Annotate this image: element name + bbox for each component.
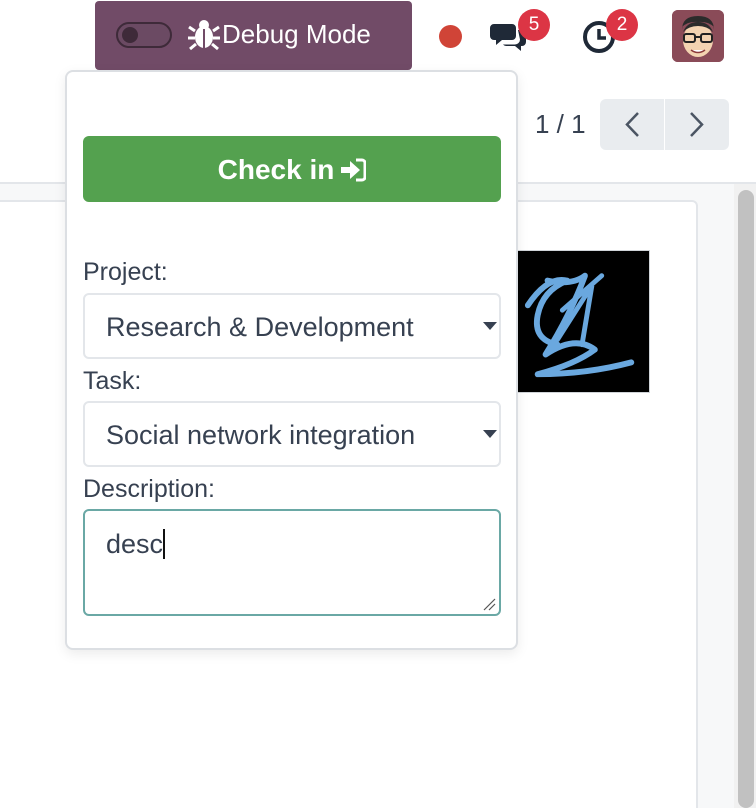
messages-count-badge: 5 bbox=[518, 9, 550, 41]
caret-down-icon bbox=[483, 322, 497, 330]
pager-next-button[interactable] bbox=[665, 99, 729, 150]
text-cursor bbox=[163, 529, 166, 559]
description-label: Description: bbox=[83, 475, 215, 503]
pager-previous-button[interactable] bbox=[600, 99, 664, 150]
description-value: desc bbox=[106, 529, 164, 559]
pager-value[interactable]: 1 / 1 bbox=[535, 109, 586, 140]
scrollbar-thumb[interactable] bbox=[738, 190, 754, 808]
activities-count-badge: 2 bbox=[606, 9, 638, 41]
attendance-popover: Check in Project: Research & Development… bbox=[65, 70, 518, 650]
debug-toggle-switch[interactable] bbox=[116, 22, 172, 48]
chevron-right-icon bbox=[690, 112, 704, 137]
check-in-button[interactable]: Check in bbox=[83, 136, 501, 202]
toggle-knob bbox=[122, 27, 138, 43]
task-label: Task: bbox=[83, 367, 142, 395]
bug-icon bbox=[188, 20, 220, 51]
sign-in-icon bbox=[341, 158, 367, 182]
task-select[interactable]: Social network integration bbox=[83, 401, 501, 467]
chevron-left-icon bbox=[625, 112, 639, 137]
top-navbar: Debug Mode 5 2 bbox=[0, 0, 756, 70]
resize-grip-icon[interactable] bbox=[482, 597, 496, 611]
description-text: desc bbox=[106, 529, 166, 560]
check-in-label: Check in bbox=[217, 154, 335, 185]
description-textarea[interactable]: desc bbox=[83, 509, 501, 616]
project-label: Project: bbox=[83, 258, 168, 286]
project-select[interactable]: Research & Development bbox=[83, 293, 501, 359]
presence-status-dot[interactable] bbox=[439, 25, 462, 48]
debug-mode-button[interactable]: Debug Mode bbox=[95, 1, 412, 70]
caret-down-icon bbox=[483, 430, 497, 438]
debug-mode-label: Debug Mode bbox=[222, 19, 371, 49]
user-avatar[interactable] bbox=[672, 10, 724, 62]
task-select-value: Social network integration bbox=[106, 420, 416, 450]
page: Debug Mode 5 2 1 / 1 Check in Project: R… bbox=[0, 0, 756, 808]
project-select-value: Research & Development bbox=[106, 312, 414, 342]
employee-signature-image bbox=[517, 250, 650, 393]
